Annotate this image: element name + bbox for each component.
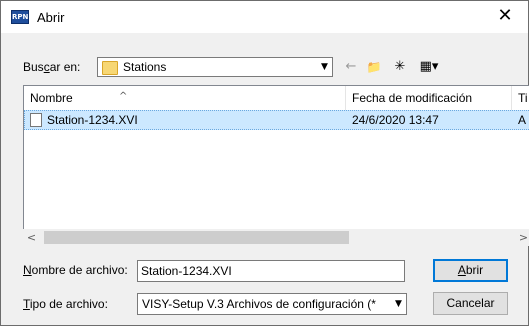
- filetype-value: VISY-Setup V.3 Archivos de configuración…: [142, 297, 376, 311]
- filetype-label: Tipo de archivo:: [23, 297, 108, 311]
- chevron-down-icon[interactable]: ▼: [316, 58, 332, 76]
- horizontal-scrollbar[interactable]: < >: [23, 229, 529, 246]
- view-menu-icon[interactable]: ▦▾: [415, 58, 443, 76]
- file-row[interactable]: Station-1234.XVI 24/6/2020 13:47 A: [24, 110, 529, 130]
- scroll-right-icon[interactable]: >: [515, 229, 529, 246]
- file-name-cell: Station-1234.XVI: [47, 113, 138, 127]
- look-in-value: Stations: [123, 60, 167, 74]
- filetype-label-access-key: T: [23, 297, 30, 311]
- filename-input[interactable]: [137, 260, 405, 282]
- file-modified-cell: 24/6/2020 13:47: [352, 113, 439, 127]
- open-button[interactable]: Abrir: [433, 259, 508, 282]
- close-icon[interactable]: ✕: [482, 1, 528, 33]
- column-header-type[interactable]: Ti: [512, 86, 529, 110]
- title-bar[interactable]: RPN Abrir ✕: [1, 1, 528, 33]
- file-icon: [30, 113, 42, 127]
- column-header-name-label: Nombre: [30, 91, 73, 105]
- cancel-button[interactable]: Cancelar: [433, 292, 508, 315]
- file-list[interactable]: Nombre ^ Fecha de modificación Ti Statio…: [23, 85, 529, 245]
- look-in-label-part: Bus: [23, 60, 44, 74]
- up-folder-icon[interactable]: 📁: [363, 58, 385, 76]
- sort-ascending-icon: ^: [119, 91, 128, 102]
- open-dialog: RPN Abrir ✕ Buscar en: Stations ▼ ← 📁 ✳ …: [0, 0, 529, 326]
- folder-icon: [102, 61, 118, 75]
- open-button-label: brir: [465, 263, 484, 277]
- filename-label-access-key: N: [23, 263, 32, 277]
- open-button-access-key: A: [457, 263, 466, 277]
- look-in-label: Buscar en:: [23, 60, 80, 74]
- filename-label-part: ombre de archivo:: [31, 263, 128, 277]
- filetype-combobox[interactable]: VISY-Setup V.3 Archivos de configuración…: [137, 293, 407, 315]
- back-icon[interactable]: ←: [343, 58, 359, 76]
- new-folder-icon[interactable]: ✳: [389, 58, 411, 76]
- scroll-left-icon[interactable]: <: [23, 229, 40, 246]
- column-header-modified[interactable]: Fecha de modificación: [346, 86, 511, 110]
- column-header-name[interactable]: Nombre ^: [24, 86, 345, 110]
- window-title: Abrir: [37, 10, 65, 25]
- filetype-label-part: ipo de archivo:: [29, 297, 108, 311]
- app-icon: RPN: [11, 10, 29, 24]
- filename-label: Nombre de archivo:: [23, 263, 128, 277]
- look-in-combobox[interactable]: Stations ▼: [97, 57, 333, 77]
- scrollbar-thumb[interactable]: [44, 231, 349, 244]
- look-in-label-part: ar en:: [49, 60, 81, 74]
- chevron-down-icon[interactable]: ▼: [390, 294, 406, 314]
- file-type-cell: A: [518, 113, 527, 127]
